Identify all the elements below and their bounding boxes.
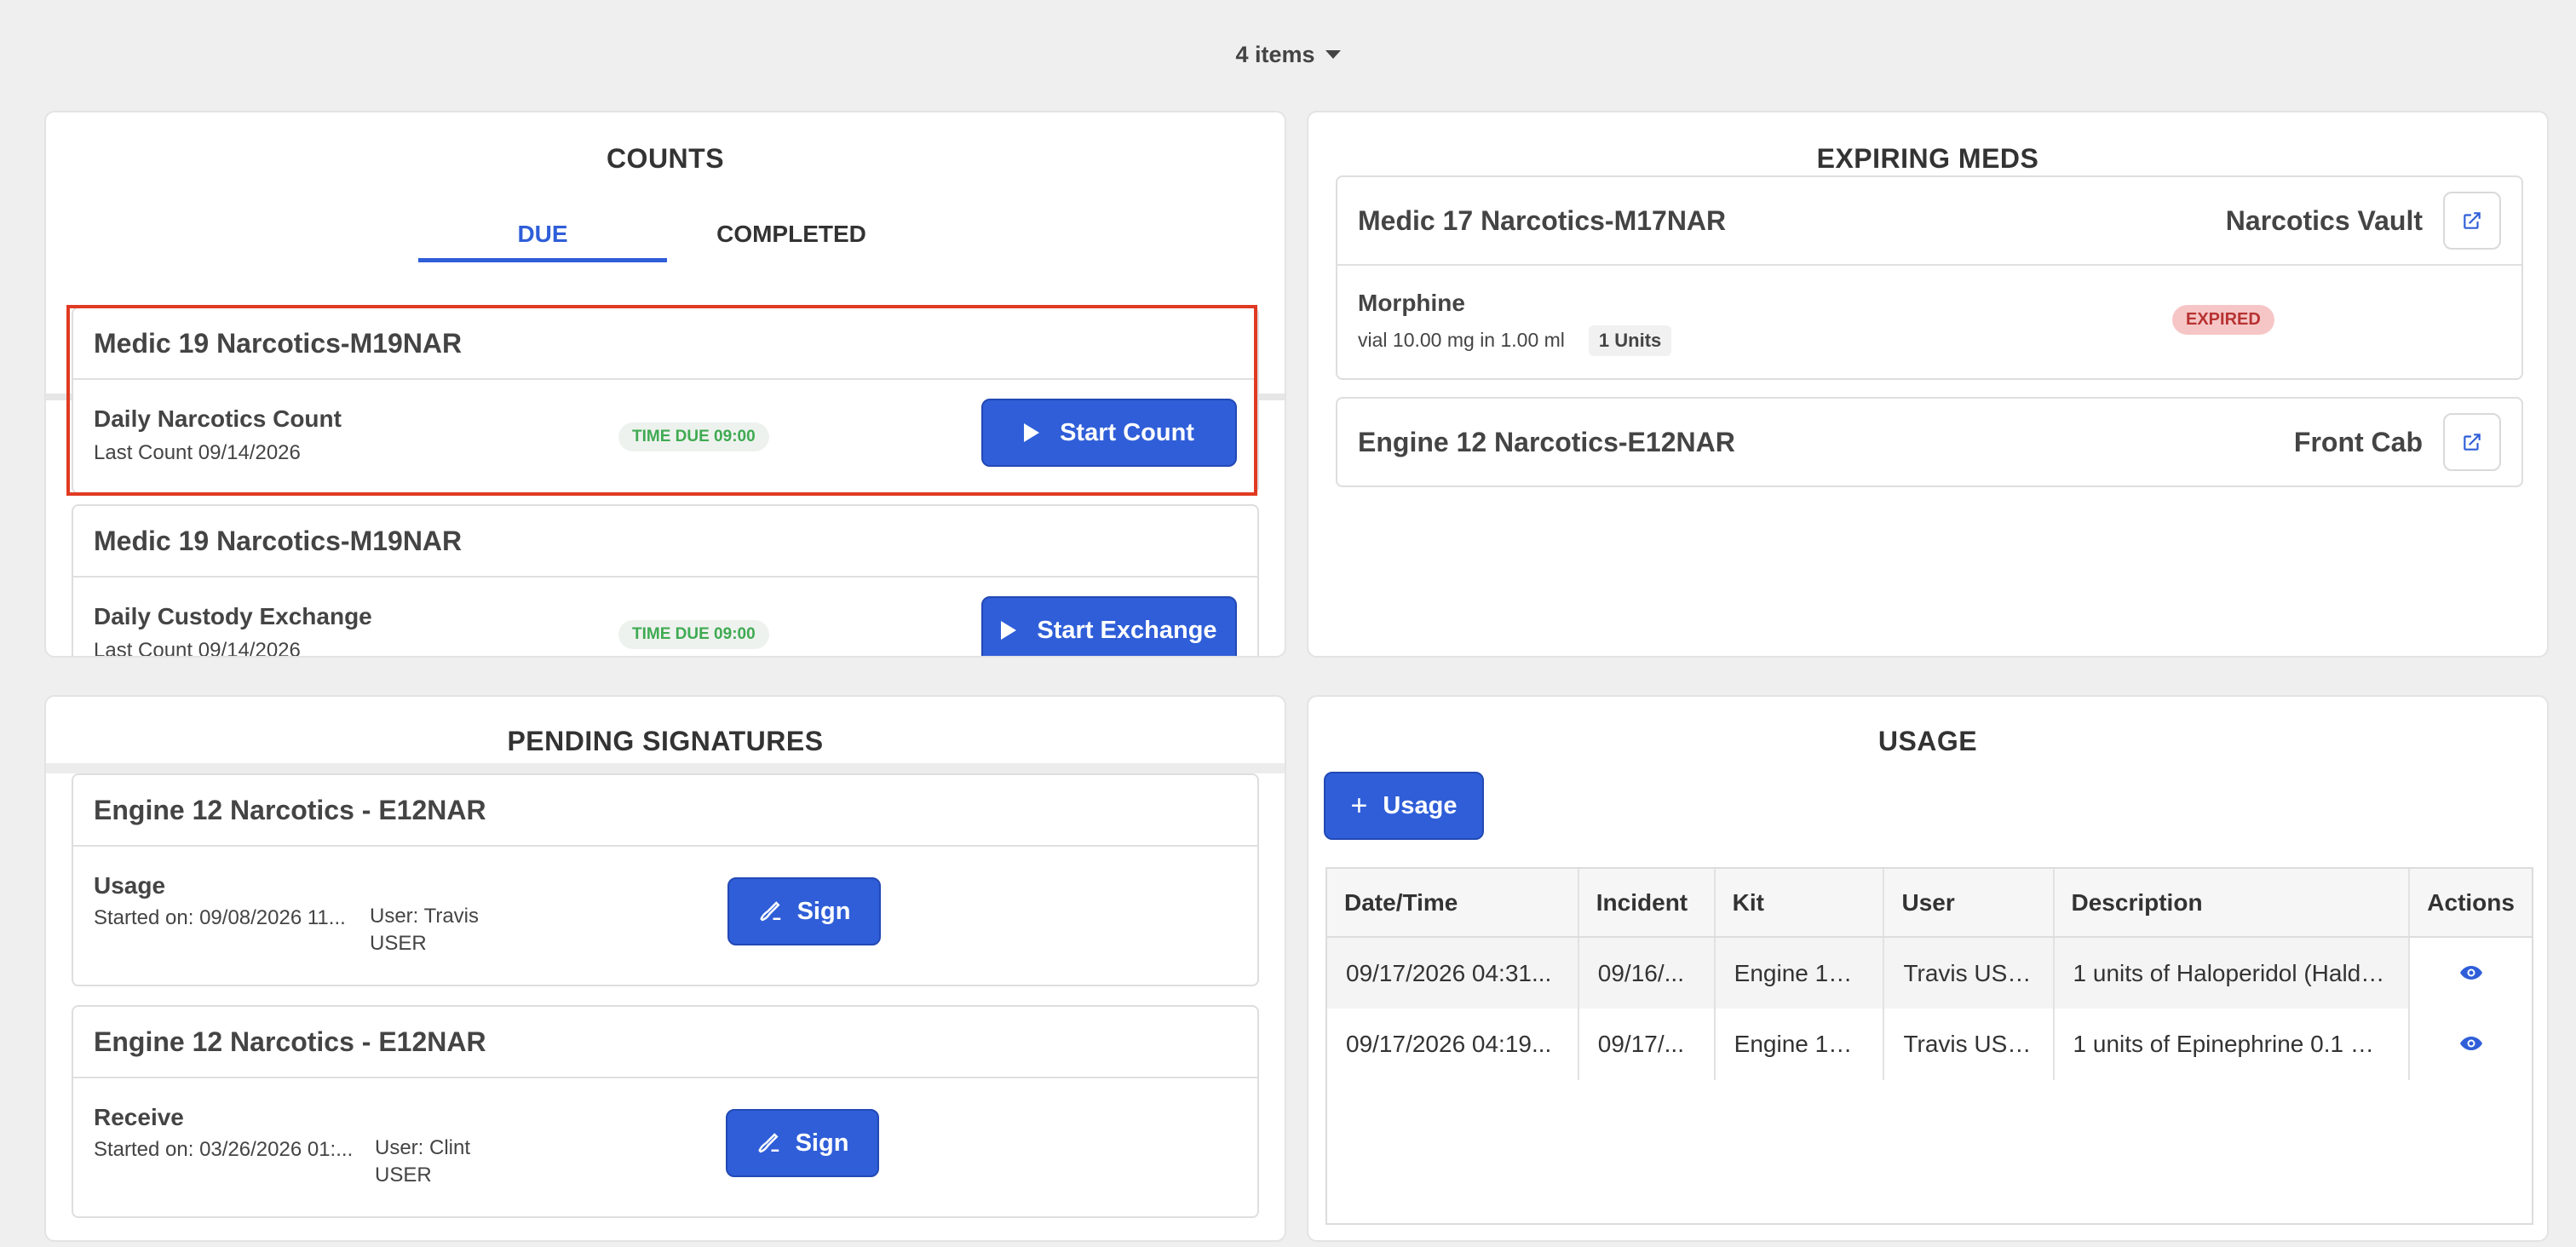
count-card-header: Medic 19 Narcotics-M19NAR (73, 506, 1257, 578)
last-count: Last Count 09/14/2026 (94, 639, 301, 658)
table-row[interactable]: 09/17/2026 04:31... 09/16/... Engine 12 … (1327, 937, 2532, 1009)
signature-user: User: Travis USER (370, 903, 479, 957)
kit-location: Front Cab (2293, 426, 2423, 457)
cell-user: Travis USER (1883, 1009, 2055, 1080)
cell-incident: 09/16/... (1578, 937, 1716, 1009)
signature-type: Receive (94, 1104, 184, 1130)
pending-divider (46, 763, 1285, 773)
column-header[interactable]: Incident (1578, 869, 1716, 938)
open-external-button[interactable] (2443, 192, 2501, 250)
started-on: Started on: 03/26/2026 01:... (94, 1138, 354, 1161)
start-exchange-button[interactable]: Start Exchange (981, 596, 1237, 656)
cell-kit: Engine 12 ... (1714, 1009, 1885, 1080)
top-bar: 4 items (0, 0, 2576, 109)
table-row[interactable]: 09/17/2026 04:19... 09/17/... Engine 12 … (1327, 1009, 2532, 1080)
usage-table: Date/Time Incident Kit User Description … (1325, 867, 2533, 1225)
signature-card: Engine 12 Narcotics - E12NAR Usage Start… (72, 773, 1259, 986)
user-name: User: Travis (370, 905, 480, 928)
cell-actions (2409, 1009, 2532, 1080)
items-count-label: 4 items (1235, 41, 1315, 67)
view-eye-icon[interactable] (2459, 1031, 2483, 1058)
kit-card: Engine 12 Narcotics-E12NAR Front Cab (1336, 397, 2523, 487)
started-on: Started on: 09/08/2026 11... (94, 906, 346, 929)
cell-kit: Engine 12 ... (1714, 937, 1885, 1009)
kit-name: Engine 12 Narcotics-E12NAR (1358, 426, 1735, 457)
expiring-title: EXPIRING MEDS (1816, 143, 2039, 174)
signature-card-header: Engine 12 Narcotics - E12NAR (73, 775, 1257, 847)
pending-title: PENDING SIGNATURES (507, 726, 824, 756)
expired-badge: EXPIRED (2172, 305, 2274, 335)
signature-icon (757, 1133, 779, 1153)
units-badge: 1 Units (1588, 325, 1672, 356)
user-role: USER (375, 1164, 432, 1187)
med-detail: vial 10.00 mg in 1.00 ml 1 Units (1358, 325, 1672, 356)
cell-description: 1 units of Epinephrine 0.1 mg... (2053, 1009, 2411, 1080)
med-name: Morphine (1358, 290, 1465, 316)
cell-description: 1 units of Haloperidol (Haldo... (2053, 937, 2411, 1009)
signature-user: User: Clint USER (375, 1135, 470, 1189)
expiring-meds-panel: EXPIRING MEDS Medic 17 Narcotics-M17NAR … (1307, 111, 2549, 658)
table-header-row: Date/Time Incident Kit User Description … (1327, 869, 2532, 938)
kit-card: Medic 17 Narcotics-M17NAR Narcotics Vaul… (1336, 175, 2523, 380)
user-role: USER (370, 932, 427, 955)
med-detail-text: vial 10.00 mg in 1.00 ml (1358, 329, 1565, 351)
column-header[interactable]: Kit (1714, 869, 1885, 938)
signature-type: Usage (94, 872, 166, 899)
plus-icon: + (1350, 789, 1368, 822)
column-header[interactable]: Description (2053, 869, 2411, 938)
column-header: Actions (2409, 869, 2532, 938)
cell-datetime: 09/17/2026 04:19... (1327, 1009, 1579, 1080)
usage-panel: USAGE + Usage Date/Time Incident Kit Use… (1307, 695, 2549, 1242)
cell-user: Travis USER (1883, 937, 2055, 1009)
signature-card: Engine 12 Narcotics - E12NAR Receive Sta… (72, 1005, 1259, 1218)
cell-actions (2409, 937, 2532, 1009)
signature-icon (759, 901, 780, 922)
external-link-icon (2464, 434, 2481, 451)
selection-highlight (66, 305, 1257, 496)
items-count-dropdown[interactable]: 4 items (1235, 41, 1341, 68)
open-external-button[interactable] (2443, 413, 2501, 471)
add-usage-label: Usage (1383, 791, 1458, 819)
add-usage-button[interactable]: + Usage (1324, 772, 1484, 840)
sign-label: Sign (795, 1129, 849, 1157)
counts-title: COUNTS (606, 143, 725, 174)
sign-button[interactable]: Sign (726, 1109, 879, 1177)
cell-datetime: 09/17/2026 04:31... (1327, 937, 1579, 1009)
start-exchange-label: Start Exchange (1037, 616, 1217, 644)
med-row: Morphine vial 10.00 mg in 1.00 ml 1 Units… (1337, 264, 2521, 378)
usage-title: USAGE (1877, 726, 1978, 756)
tab-due[interactable]: DUE (418, 206, 667, 262)
count-task: Daily Custody Exchange (94, 603, 372, 629)
cell-incident: 09/17/... (1578, 1009, 1716, 1080)
user-name: User: Clint (375, 1136, 471, 1159)
kit-location: Narcotics Vault (2225, 204, 2423, 236)
column-header[interactable]: User (1883, 869, 2055, 938)
caret-down-icon (1325, 50, 1341, 59)
sign-button[interactable]: Sign (727, 877, 881, 945)
sign-label: Sign (796, 897, 851, 925)
column-header[interactable]: Date/Time (1327, 869, 1579, 938)
pending-signatures-panel: PENDING SIGNATURES Engine 12 Narcotics -… (44, 695, 1286, 1242)
signature-card-header: Engine 12 Narcotics - E12NAR (73, 1007, 1257, 1078)
play-icon (1001, 621, 1017, 640)
kit-name: Medic 17 Narcotics-M17NAR (1358, 204, 1727, 236)
time-due-badge: TIME DUE 09:00 (618, 620, 769, 649)
count-card: Medic 19 Narcotics-M19NAR Daily Custody … (72, 504, 1259, 658)
view-eye-icon[interactable] (2459, 960, 2483, 987)
tab-completed[interactable]: COMPLETED (667, 206, 916, 262)
external-link-icon (2464, 212, 2481, 229)
